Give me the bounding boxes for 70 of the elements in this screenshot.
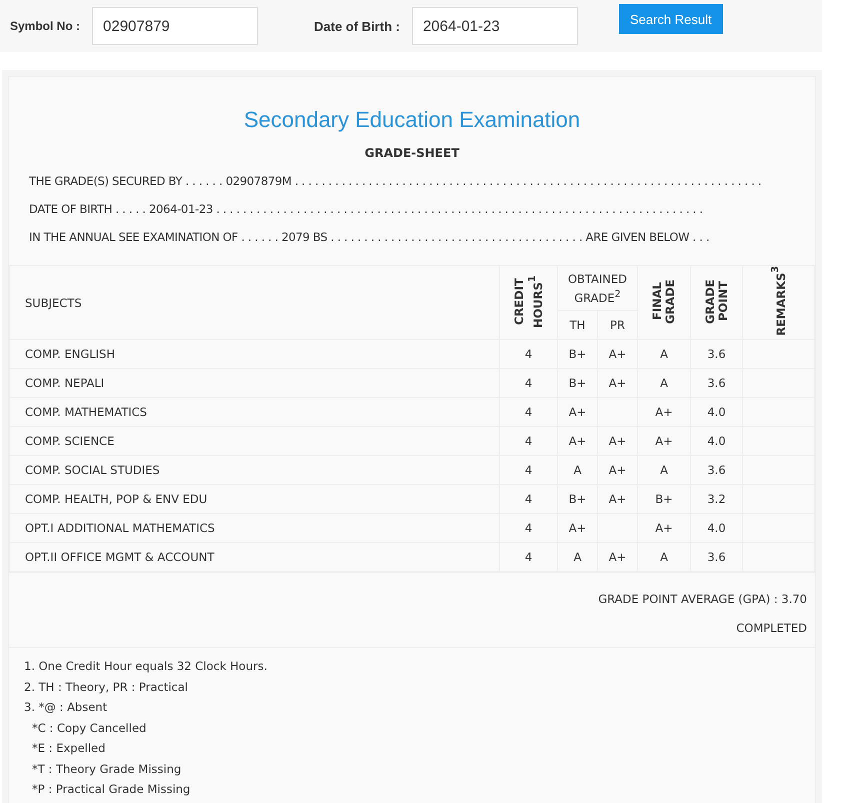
table-cell: 3.6 — [707, 347, 726, 361]
column-header: OBTAINED GRADE$^{2}$ — [566, 270, 628, 306]
footnote: *T : Theory Grade Missing — [31, 760, 182, 778]
table-cell: 4.0 — [707, 521, 726, 535]
field-label: Symbol No : — [10, 19, 80, 33]
sheet-subtitle: GRADE-SHEET — [364, 146, 460, 160]
footnote: 2. TH : Theory, PR : Practical — [24, 678, 189, 696]
status-text: COMPLETED — [735, 620, 807, 637]
info-line: THE GRADE(S) SECURED BY . . . . . . 02907879M . . . . . . . . . . . . . . . . . . . . . . . . . . . . . . . . . . . . . . . . . . . . . . . . . . . . . . . . . . . . . . . . . . . . . . — [29, 173, 762, 190]
table-cell: A — [574, 550, 582, 564]
table-cell: A — [660, 376, 668, 390]
table-cell: 4 — [524, 550, 532, 564]
table-cell: 4 — [524, 521, 532, 535]
sheet-title: Secondary Education Examination — [242, 107, 582, 133]
footnote: *C : Copy Cancelled — [31, 720, 148, 736]
table-cell: COMP. SCIENCE — [25, 434, 114, 448]
table-cell: B+ — [655, 492, 673, 506]
table-cell: A — [660, 463, 668, 477]
gpa-text: GRADE POINT AVERAGE (GPA) : 3.70 — [597, 591, 807, 608]
table-cell: 3.6 — [707, 550, 726, 564]
table-cell: B+ — [568, 376, 586, 390]
table-cell: A+ — [608, 550, 626, 564]
table-cell: A+ — [608, 463, 626, 477]
column-header: TH — [570, 317, 586, 333]
date-field[interactable]: 2064-01-23 — [412, 7, 578, 45]
table-cell: OPT.I ADDITIONAL MATHEMATICS — [25, 521, 215, 535]
table-cell: OPT.II OFFICE MGMT & ACCOUNT — [25, 550, 214, 564]
column-header: GRADE POINT — [704, 278, 730, 326]
table-cell: COMP. SOCIAL STUDIES — [25, 463, 160, 477]
table-cell: A+ — [655, 521, 673, 535]
table-cell: 4.0 — [707, 405, 726, 419]
symbol-field[interactable]: 02907879 — [92, 7, 258, 45]
column-header: FINAL GRADE — [651, 278, 677, 326]
table-cell: A+ — [655, 434, 673, 448]
table-cell: 4 — [524, 376, 532, 390]
info-line: IN THE ANNUAL SEE EXAMINATION OF . . . . . . 2079 BS . . . . . . . . . . . . . . . . . . . . . . . . . . . . . . . . . . . . . . ARE GIVEN BELOW . . . — [29, 229, 710, 246]
table-cell: B+ — [568, 347, 586, 361]
table-cell: 4 — [524, 347, 532, 361]
table-cell: A+ — [568, 405, 586, 419]
footnote: *E : Expelled — [31, 740, 106, 757]
table-cell: A+ — [608, 434, 626, 448]
table-cell: A — [660, 347, 668, 361]
table-cell: A+ — [608, 376, 626, 390]
info-line: DATE OF BIRTH . . . . . 2064-01-23 . . . . . . . . . . . . . . . . . . . . . . . . . . . . . . . . . . . . . . . . . . . . . . . . . . . . . . . . . . . . . . . . . . . . . . . . . — [29, 201, 704, 218]
table-cell: 3.6 — [707, 463, 726, 477]
table-cell: 4 — [524, 405, 532, 419]
table-cell: A+ — [608, 492, 626, 506]
table-cell: 4 — [524, 434, 532, 448]
table-cell: COMP. HEALTH, POP & ENV EDU — [25, 492, 208, 506]
table-cell: COMP. MATHEMATICS — [25, 405, 147, 419]
column-header: SUBJECTS — [25, 294, 82, 310]
table-cell: COMP. NEPALI — [25, 376, 104, 390]
table-cell: A — [574, 463, 582, 477]
field-label: Date of Birth : — [314, 18, 400, 34]
table-cell: 3.6 — [707, 376, 726, 390]
footnote: 1. One Credit Hour equals 32 Clock Hours. — [24, 658, 268, 675]
table-cell: A+ — [568, 434, 586, 448]
table-cell: A+ — [568, 521, 586, 535]
footnote: *P : Practical Grade Missing — [31, 781, 192, 798]
table-cell: A+ — [655, 405, 673, 419]
table-cell: 3.2 — [707, 492, 726, 506]
table-cell: B+ — [568, 492, 586, 506]
table-cell: 4 — [524, 463, 532, 477]
table-cell: COMP. ENGLISH — [25, 347, 115, 361]
table-cell: A — [660, 550, 668, 564]
footnote: 3. *@ : Absent — [24, 699, 108, 716]
table-cell: 4 — [524, 492, 532, 506]
table-cell: 4.0 — [707, 434, 726, 448]
table-cell: A+ — [608, 347, 626, 361]
column-header: PR — [610, 317, 625, 333]
